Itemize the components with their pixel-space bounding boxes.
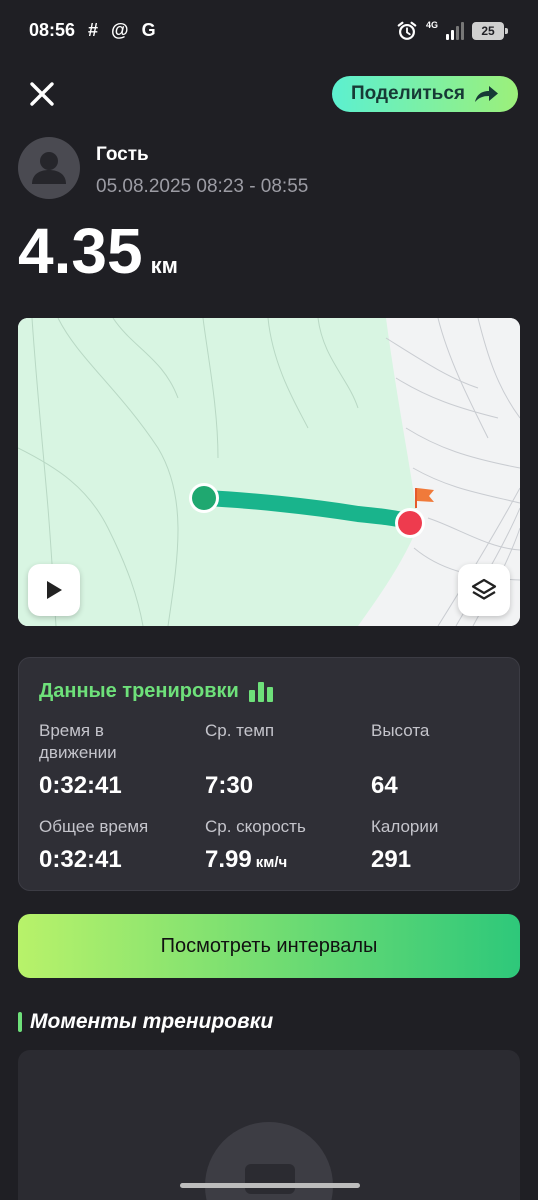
battery-icon: 25	[472, 22, 508, 40]
workout-stats-card: Данные тренировки Время в движении 0:32:…	[18, 657, 520, 891]
layers-icon	[471, 578, 497, 600]
status-time: 08:56	[29, 20, 76, 40]
share-arrow-icon	[475, 86, 499, 102]
network-label: 4G	[425, 19, 438, 30]
status-right: 4G 25	[396, 18, 508, 44]
share-button[interactable]: Поделиться	[332, 76, 518, 112]
stat-value: 291	[371, 846, 412, 873]
stat-label: Калории	[371, 817, 439, 836]
alarm-icon	[397, 21, 417, 40]
avatar	[18, 137, 80, 199]
route-map[interactable]	[18, 318, 520, 626]
stat-label: Общее время	[39, 817, 149, 836]
stat-label: Высота	[371, 721, 430, 740]
stat-value: 64	[371, 772, 398, 799]
stat-calories: Калории 291	[371, 816, 531, 874]
distance-unit: км	[150, 253, 178, 278]
stat-label: Ср. темп	[205, 721, 275, 740]
stats-header: Данные тренировки	[39, 680, 273, 703]
signal-icon	[446, 22, 464, 40]
intervals-label: Посмотреть интервалы	[160, 934, 378, 957]
stat-value: 7.99	[205, 846, 252, 873]
view-intervals-button[interactable]: Посмотреть интервалы	[18, 914, 520, 978]
notification-icons: # @ G	[88, 20, 160, 40]
play-route-button[interactable]	[28, 564, 80, 616]
stat-moving-time: Время в движении 0:32:41	[39, 720, 199, 800]
close-icon[interactable]	[26, 78, 58, 110]
moments-card[interactable]	[18, 1050, 520, 1200]
stat-elevation: Высота 64	[371, 720, 531, 800]
stat-label: Время в движении	[39, 721, 117, 762]
user-name: Гость	[96, 144, 149, 165]
stat-value: 0:32:41	[39, 846, 122, 873]
stat-avg-pace: Ср. темп 7:30	[205, 720, 365, 800]
distance-value: 4.35	[18, 215, 143, 287]
share-label: Поделиться	[350, 83, 466, 104]
stat-avg-speed: Ср. скорость 7.99 км/ч	[205, 816, 365, 874]
home-indicator[interactable]	[180, 1183, 360, 1188]
play-icon	[47, 581, 62, 599]
user-icon	[32, 152, 66, 184]
camera-placeholder-icon	[205, 1122, 333, 1200]
stats-title: Данные тренировки	[39, 680, 239, 702]
moments-header: Моменты тренировки	[18, 1010, 273, 1034]
map-canvas	[18, 318, 520, 626]
stat-total-time: Общее время 0:32:41	[39, 816, 199, 874]
stat-value: 7:30	[205, 772, 254, 799]
camera-icon	[245, 1164, 295, 1194]
map-layers-button[interactable]	[458, 564, 510, 616]
stat-label: Ср. скорость	[205, 817, 306, 836]
stat-value: 0:32:41	[39, 772, 122, 799]
stat-unit: км/ч	[255, 854, 288, 871]
workout-datetime: 05.08.2025 08:23 - 08:55	[96, 176, 309, 197]
status-bar: 08:56 # @ G 4G 25	[0, 0, 538, 64]
stat-value-row: 7.99 км/ч	[205, 846, 365, 874]
section-accent-bar	[18, 1012, 22, 1032]
bar-chart-icon	[248, 681, 273, 702]
distance-summary: 4.35 км	[18, 214, 178, 288]
moments-title: Моменты тренировки	[30, 1010, 274, 1033]
